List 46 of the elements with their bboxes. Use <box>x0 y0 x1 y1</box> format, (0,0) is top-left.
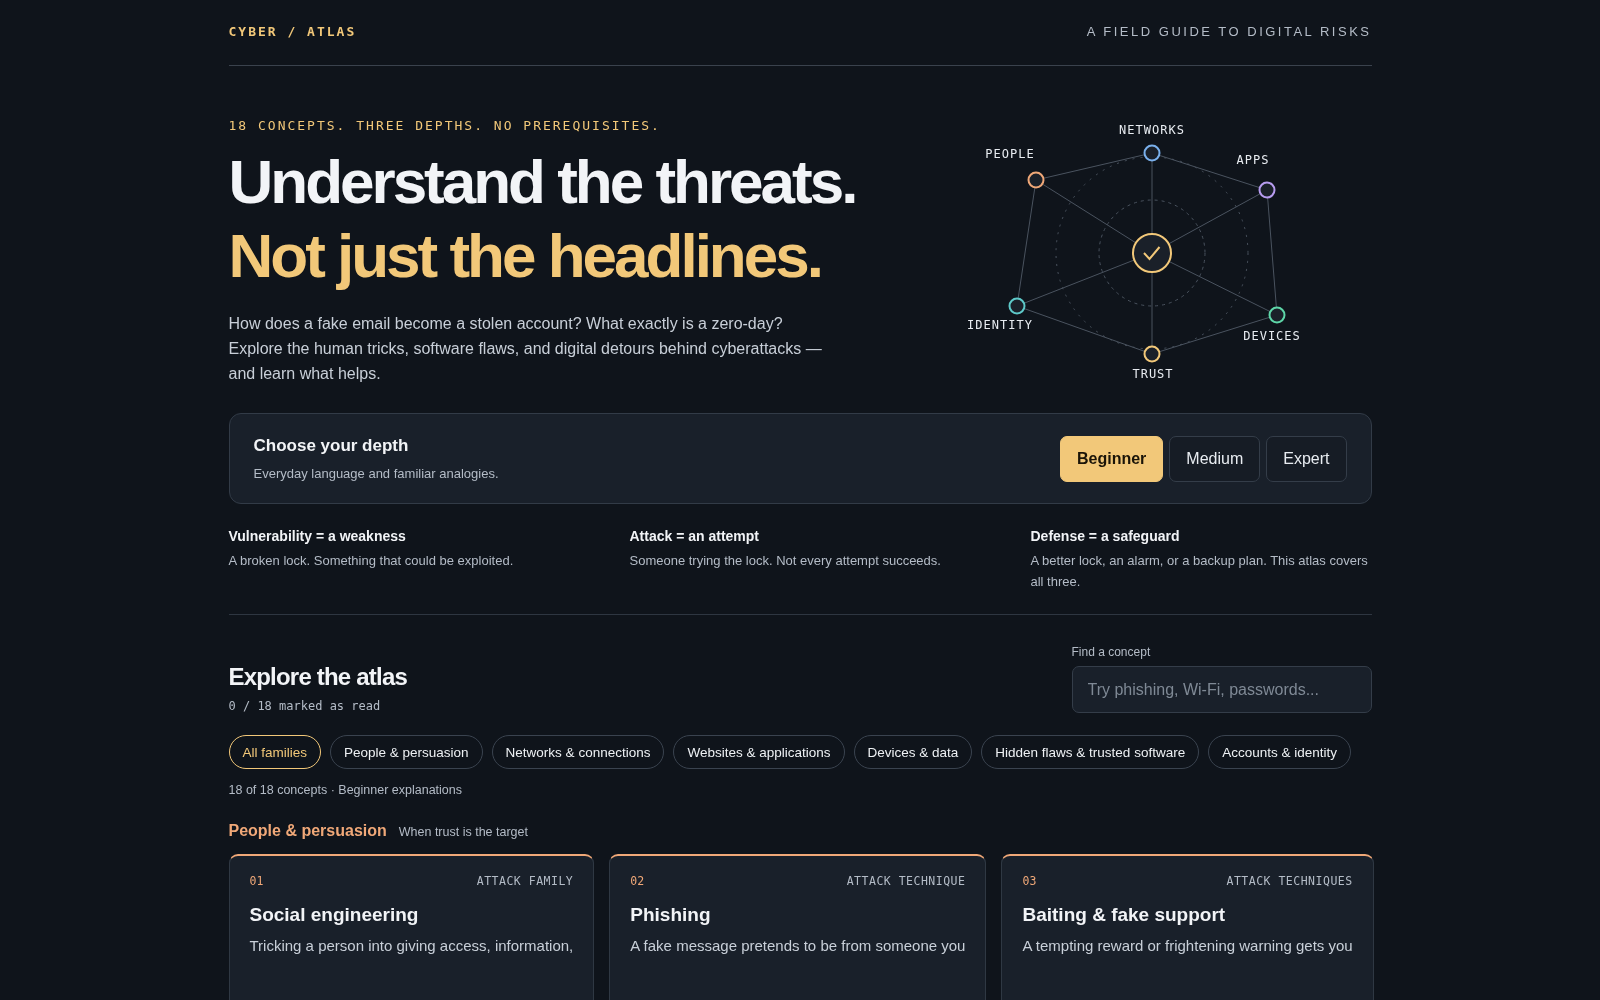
panel-description: Everyday language and familiar analogies. <box>253 466 499 481</box>
definition-text: A better lock, an alarm, or a backup plan. This atlas covers all three. <box>1030 552 1369 591</box>
brand-logo[interactable]: CYBER / ATLAS <box>228 24 357 39</box>
card-title: Baiting & fake support <box>1022 904 1227 926</box>
section-title: Explore the atlas <box>228 663 407 691</box>
definition-term: Attack = an attempt <box>629 528 761 544</box>
progress-text: 0 / 18 marked as read <box>228 699 382 713</box>
node-label: NETWORKS <box>1118 123 1185 137</box>
headline: Understand the threats. <box>228 146 857 218</box>
card-number: 01 <box>249 874 264 888</box>
card-title: Social engineering <box>249 904 420 926</box>
node-label: APPS <box>1236 153 1269 167</box>
family-subtitle: When trust is the target <box>398 825 528 839</box>
search-label: Find a concept <box>1071 645 1152 659</box>
result-count: 18 of 18 concepts · Beginner explanations <box>228 783 463 797</box>
node-label: TRUST <box>1131 367 1174 381</box>
concept-card[interactable]: 02 ATTACK TECHNIQUE Phishing A fake message pretends to be from someone you <box>609 854 987 1000</box>
card-number: 02 <box>630 874 645 888</box>
concept-card[interactable]: 03 ATTACK TECHNIQUES Baiting & fake support A tempting reward or frightening warning gets you <box>1001 854 1374 1000</box>
intro-text: How does a fake email become a stolen account? What exactly is a zero-day? Explore the human tricks, software flaws, and digital detours behind cyberattacks — and learn what helps. <box>228 314 823 384</box>
depth-button[interactable]: Beginner <box>1060 435 1164 482</box>
card-text: A tempting reward or frightening warning gets you <box>1022 936 1353 956</box>
card-text: A fake message pretends to be from someone you <box>630 936 966 956</box>
depth-button[interactable]: Expert <box>1266 435 1347 482</box>
eyebrow: 18 CONCEPTS. THREE DEPTHS. NO PREREQUISITES. <box>228 118 662 133</box>
definition-text: A broken lock. Something that could be exploited. <box>228 552 515 570</box>
card-type: ATTACK FAMILY <box>476 874 574 888</box>
node-label: DEVICES <box>1242 329 1301 343</box>
card-number: 03 <box>1022 874 1037 888</box>
card-text: Tricking a person into giving access, information, <box>249 936 574 956</box>
node-label: IDENTITY <box>966 318 1033 332</box>
search-field[interactable]: Try phishing, Wi-Fi, passwords... <box>1071 666 1372 713</box>
check-icon <box>1131 233 1172 273</box>
definition-term: Vulnerability = a weakness <box>228 528 407 544</box>
panel-title: Choose your depth <box>253 436 410 456</box>
card-title: Phishing <box>630 904 712 926</box>
headline: Not just the headlines. <box>228 220 822 292</box>
concept-card[interactable]: 01 ATTACK FAMILY Social engineering Tricking a person into giving access, information, <box>228 854 595 1000</box>
tagline: A FIELD GUIDE TO DIGITAL RISKS <box>1086 24 1372 39</box>
node-label: PEOPLE <box>984 147 1035 161</box>
definition-term: Defense = a safeguard <box>1030 528 1181 544</box>
card-type: ATTACK TECHNIQUE <box>846 874 966 888</box>
definition-text: Someone trying the lock. Not every attempt succeeds. <box>629 552 942 570</box>
family-title: People & persuasion <box>228 822 387 840</box>
card-type: ATTACK TECHNIQUES <box>1226 874 1353 888</box>
depth-button[interactable]: Medium <box>1169 435 1261 482</box>
